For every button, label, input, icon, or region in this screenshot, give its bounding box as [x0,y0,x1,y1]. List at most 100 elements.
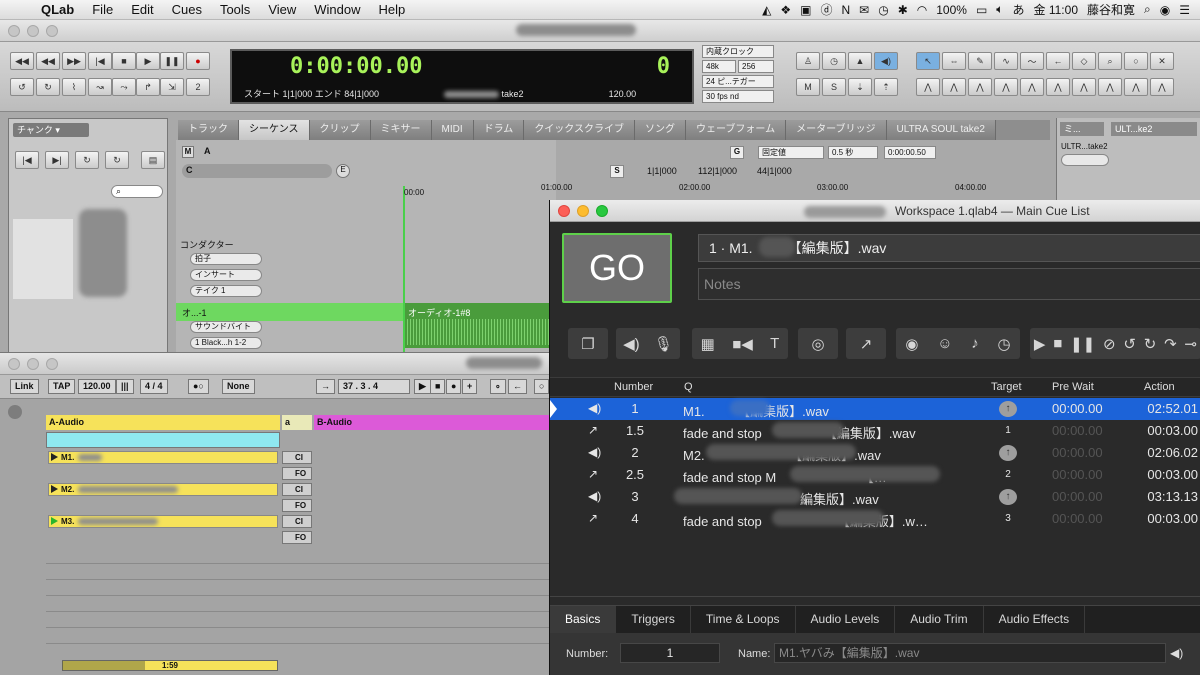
link-button[interactable]: Link [10,379,39,394]
go-to-start-button[interactable]: |◀ [88,52,112,70]
number-field[interactable]: 1 [620,643,720,663]
m-mode-button[interactable]: M [796,78,820,96]
metronome-button[interactable]: ●○ [188,379,209,394]
tap-button[interactable]: TAP [48,379,76,394]
cue-prewait[interactable]: 00:00.00 [1052,423,1103,438]
grid-time-field[interactable]: 0:00:00.50 [884,146,936,159]
arrangement-position[interactable]: 37 . 3 . 4 [338,379,410,394]
end-value[interactable]: 84|1|000 [344,89,379,99]
clip-ci-2[interactable]: CI [282,483,312,496]
cue-action[interactable]: 00:03.00 [1133,511,1198,526]
tab-meterbridge[interactable]: メーターブリッジ [786,120,887,140]
mic-cue-icon[interactable]: 🎙︎ [654,335,673,353]
load-cue-icon[interactable]: ⊘ [1103,335,1116,353]
col-q[interactable]: Q [684,381,693,393]
clip-slot-empty-blue[interactable] [46,432,280,448]
cue-row[interactable]: ↗ 1.5 fade and stop 【編集版】.wav 1 00:00.00… [550,420,1200,442]
audio-cue-icon[interactable]: ◀) [623,335,640,353]
start-cue-icon[interactable]: ▶ [1034,335,1046,353]
battery-text[interactable]: 100% [936,3,967,17]
light-cue-icon[interactable]: ◎ [811,335,824,353]
soundbite-row[interactable]: サウンドバイト [190,321,262,333]
output-row[interactable]: 1 Black...h 1-2 [190,337,262,349]
camera-cue-icon[interactable]: ■◀ [732,335,753,353]
cue-prewait[interactable]: 00:00.00 [1052,511,1103,526]
tab-mixer[interactable]: ミキサー [370,120,432,140]
a-label[interactable]: A [204,146,211,156]
mode-a-icon[interactable]: ⋀ [916,78,940,96]
nudge-buttons[interactable]: ||| [116,379,134,394]
trim-tool-icon[interactable]: ⇔ [942,52,966,70]
mode-e-icon[interactable]: ⋀ [1020,78,1044,96]
reset-cue-icon[interactable]: ↺ [1123,335,1136,353]
gmail-icon[interactable]: ✉ [859,3,869,17]
menu-tools[interactable]: Tools [211,2,259,17]
menu-edit[interactable]: Edit [122,2,162,17]
metronome-icon[interactable]: ▲ [848,52,872,70]
pointer-tool-icon[interactable]: ↖ [916,52,940,70]
network-cue-icon[interactable]: ◉ [905,335,918,353]
track-b-audio-header[interactable]: B-Audio [314,415,554,430]
battery-icon[interactable]: ▭ [976,3,987,17]
pencil-tool-icon[interactable]: ✎ [968,52,992,70]
notification-center-icon[interactable]: ☰ [1179,3,1190,17]
bluetooth-icon[interactable]: ✱ [898,3,908,17]
wave-tool-icon[interactable]: ∿ [994,52,1018,70]
right-track-select[interactable] [1061,154,1109,166]
cue-row[interactable]: ◀) 1 M1. 【編集版】.wav ↑ 00:00.00 02:52.01 [550,398,1200,420]
selection-end[interactable]: 112|1|000 [698,166,737,176]
tab-audio-effects[interactable]: Audio Effects [984,606,1086,633]
punch-button[interactable]: ⌇ [62,78,86,96]
tempo-field[interactable]: 120.00 [78,379,116,394]
mode-f-icon[interactable]: ⋀ [1046,78,1070,96]
cue-prewait[interactable]: 00:00.00 [1052,445,1103,460]
cue-target[interactable]: ↑ [999,489,1017,505]
cue-number[interactable]: 2.5 [610,467,660,482]
tab-time-loops[interactable]: Time & Loops [691,606,796,633]
loop-play-button[interactable]: ↻ [36,78,60,96]
mode-i-icon[interactable]: ⋀ [1124,78,1148,96]
insert-row[interactable]: インサート [190,269,262,281]
playhead[interactable] [403,186,405,356]
goto-cue-icon[interactable]: ↷ [1164,335,1177,353]
pause-cue-icon[interactable]: ❚❚ [1070,335,1095,353]
track-a-audio-header[interactable]: A-Audio [46,415,280,430]
cue-action[interactable]: 03:13.13 [1133,489,1198,504]
menu-app-name[interactable]: QLab [32,2,83,17]
grabber-tool-icon[interactable]: ○ [1124,52,1148,70]
clock-source-select[interactable]: 内蔵クロック [702,45,774,58]
browser-toggle[interactable] [8,405,22,419]
smart-tool-icon[interactable]: ◇ [1072,52,1096,70]
close-window-button[interactable] [558,205,570,217]
mode-c-icon[interactable]: ⋀ [968,78,992,96]
timeline-ruler[interactable]: 00:00 [404,188,556,200]
cue-prewait[interactable]: 00:00.00 [1052,467,1103,482]
scrub-tool-icon[interactable]: 〜 [1020,52,1044,70]
video-cue-icon[interactable]: ▦ [701,335,715,353]
menu-window[interactable]: Window [305,2,369,17]
quantize-select[interactable]: None [222,379,255,394]
music-cue-icon[interactable]: ♪ [971,335,979,352]
menu-file[interactable]: File [83,2,122,17]
rec-mode-button[interactable]: ⤳ [112,78,136,96]
meter-row[interactable]: 拍子 [190,253,262,265]
s-mode-button[interactable]: S [822,78,846,96]
siri-icon[interactable]: ◉ [1160,3,1170,17]
name-audio-icon[interactable]: ◀) [1170,646,1183,660]
clip-m2[interactable]: M2. [48,483,278,496]
ableton-play-button[interactable]: ▶ [414,379,431,394]
clip-m3[interactable]: M3. [48,515,278,528]
cue-prewait[interactable]: 00:00.00 [1052,401,1103,416]
automation-arm-button[interactable]: ∘ [490,379,506,394]
cue-target[interactable]: 1 [999,423,1017,439]
clock-icon[interactable]: ◷ [822,52,846,70]
audio-region[interactable]: オーディオ-1#8 [404,303,556,348]
user-name[interactable]: 藤谷和寛 [1087,1,1135,18]
zoom-window-button[interactable] [596,205,608,217]
tab-track[interactable]: トラック [178,120,239,140]
ableton-record-button[interactable]: ● [446,379,462,394]
start-value[interactable]: 1|1|000 [283,89,313,99]
tab-quickscribe[interactable]: クイックスクライブ [524,120,636,140]
tab-basics[interactable]: Basics [550,606,617,633]
cue-target[interactable]: ↑ [999,445,1017,461]
